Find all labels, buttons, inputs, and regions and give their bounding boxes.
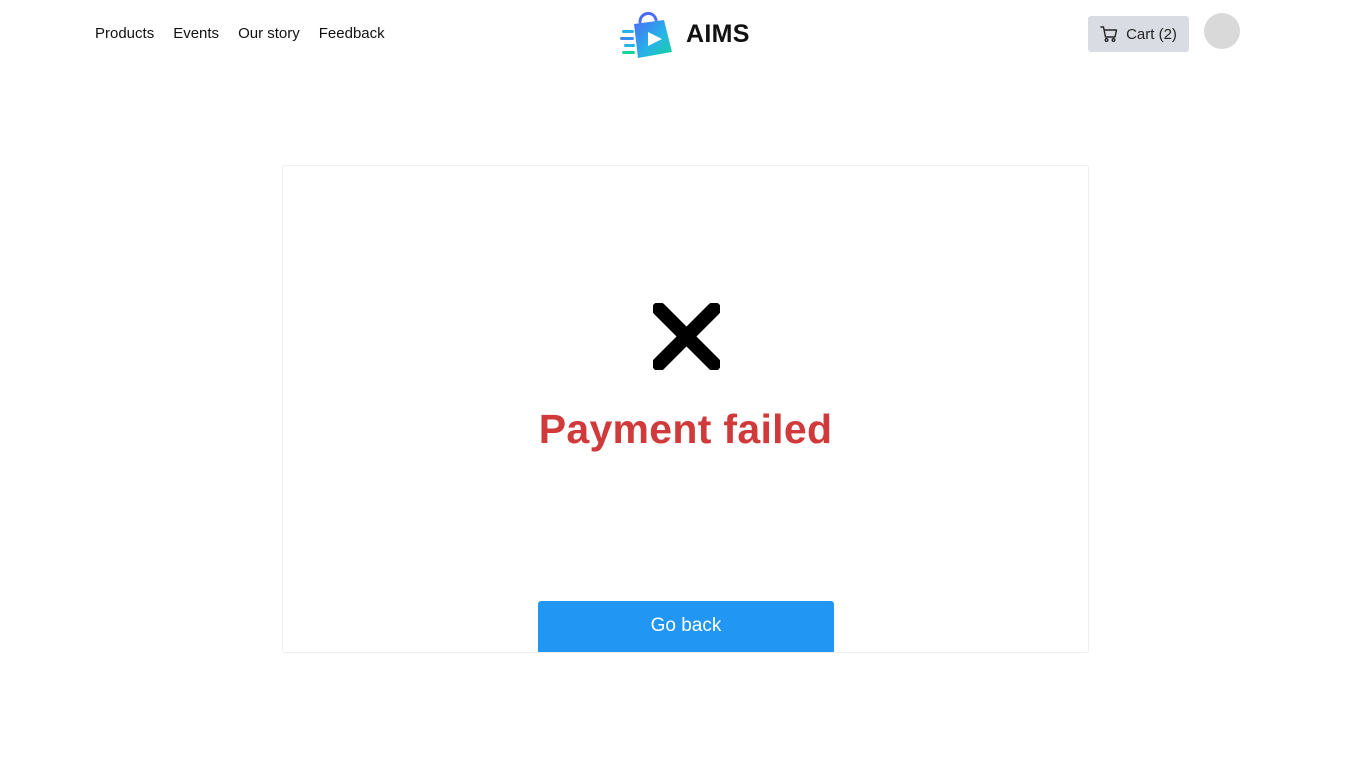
main-nav: Products Events Our story Feedback bbox=[95, 24, 385, 44]
cart-button[interactable]: Cart (2) bbox=[1088, 16, 1189, 52]
close-icon bbox=[653, 303, 720, 370]
nav-events-link[interactable]: Events bbox=[173, 24, 219, 44]
nav-feedback-link[interactable]: Feedback bbox=[319, 24, 385, 44]
payment-failed-title: Payment failed bbox=[538, 406, 833, 452]
brand-name: AIMS bbox=[686, 19, 750, 48]
cart-label: Cart (2) bbox=[1126, 25, 1177, 43]
user-avatar[interactable] bbox=[1204, 13, 1240, 49]
go-back-button[interactable]: Go back bbox=[538, 601, 834, 652]
nav-our-story-link[interactable]: Our story bbox=[238, 24, 300, 44]
nav-products-link[interactable]: Products bbox=[95, 24, 154, 44]
payment-result-card: Payment failed Go back bbox=[282, 165, 1089, 653]
page: Products Events Our story Feedback AIMS bbox=[0, 0, 1366, 768]
shopping-bag-logo-icon bbox=[620, 12, 672, 58]
brand-home-link[interactable]: AIMS bbox=[618, 8, 750, 60]
cart-icon bbox=[1100, 26, 1118, 42]
